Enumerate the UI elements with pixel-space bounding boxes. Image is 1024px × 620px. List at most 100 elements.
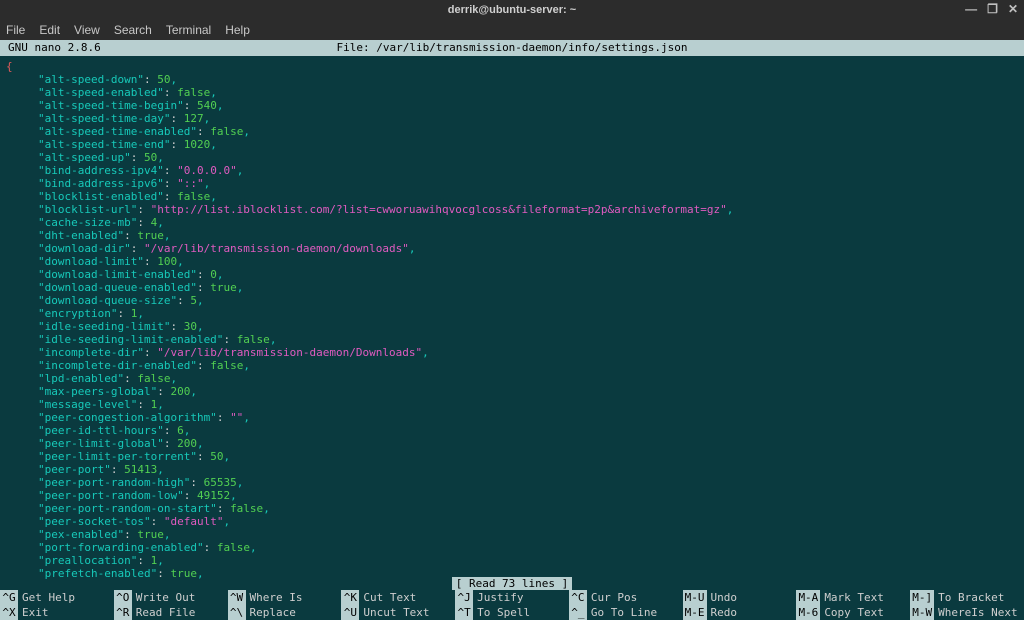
- shortcut-undo[interactable]: M-U Undo: [683, 590, 797, 605]
- shortcut-key: ^C: [569, 590, 587, 605]
- json-line: "peer-limit-per-torrent": 50,: [6, 450, 1018, 463]
- shortcut-cut-text[interactable]: ^K Cut Text: [341, 590, 455, 605]
- json-line: "blocklist-enabled": false,: [6, 190, 1018, 203]
- shortcut-key: ^K: [341, 590, 359, 605]
- shortcut-key: ^O: [114, 590, 132, 605]
- json-line: "idle-seeding-limit": 30,: [6, 320, 1018, 333]
- json-line: "download-limit": 100,: [6, 255, 1018, 268]
- shortcut-write-out[interactable]: ^O Write Out: [114, 590, 228, 605]
- shortcut-bar: ^GGet Help^O Write Out ^WWhere Is^K Cut Tex…: [0, 590, 1024, 620]
- shortcut-label: Justify: [477, 590, 523, 605]
- shortcut-label: Read File: [136, 605, 196, 620]
- nano-file-label: File: /var/lib/transmission-daemon/info/…: [0, 40, 1024, 56]
- shortcut-key: ^X: [0, 605, 18, 620]
- shortcut-key: M-]: [910, 590, 934, 605]
- json-line: "peer-id-ttl-hours": 6,: [6, 424, 1018, 437]
- shortcut-get-help[interactable]: ^GGet Help: [0, 590, 114, 605]
- shortcut-go-to-line[interactable]: ^_ Go To Line: [569, 605, 683, 620]
- shortcut-uncut-text[interactable]: ^U Uncut Text: [341, 605, 455, 620]
- shortcut-key: ^W: [228, 590, 246, 605]
- shortcut-label: Cut Text: [363, 590, 416, 605]
- json-line: "download-queue-enabled": true,: [6, 281, 1018, 294]
- shortcut-label: To Spell: [477, 605, 530, 620]
- menu-view[interactable]: View: [74, 23, 100, 37]
- window-titlebar: derrik@ubuntu-server: ~ — ❐ ✕: [0, 0, 1024, 20]
- menu-search[interactable]: Search: [114, 23, 152, 37]
- json-line: "peer-port-random-on-start": false,: [6, 502, 1018, 515]
- menubar: File Edit View Search Terminal Help: [0, 20, 1024, 40]
- shortcut-key: M-6: [796, 605, 820, 620]
- json-brace-open: {: [6, 60, 1018, 73]
- status-line: [ Read 73 lines ]: [0, 577, 1024, 590]
- menu-terminal[interactable]: Terminal: [166, 23, 211, 37]
- json-line: "alt-speed-time-day": 127,: [6, 112, 1018, 125]
- shortcut-label: Redo: [711, 605, 738, 620]
- shortcut-justify[interactable]: ^J Justify: [455, 590, 569, 605]
- close-icon[interactable]: ✕: [1008, 2, 1018, 16]
- shortcut-label: Copy Text: [824, 605, 884, 620]
- shortcut-label: To Bracket: [938, 590, 1004, 605]
- shortcut-key: M-E: [683, 605, 707, 620]
- json-line: "preallocation": 1,: [6, 554, 1018, 567]
- shortcut-whereis-next[interactable]: M-WWhereIs Next: [910, 605, 1024, 620]
- json-line: "pex-enabled": true,: [6, 528, 1018, 541]
- minimize-icon[interactable]: —: [965, 2, 977, 16]
- shortcut-label: Cur Pos: [591, 590, 637, 605]
- shortcut-cur-pos[interactable]: ^C Cur Pos: [569, 590, 683, 605]
- editor-content[interactable]: {"alt-speed-down": 50,"alt-speed-enabled…: [0, 56, 1024, 584]
- json-line: "alt-speed-time-begin": 540,: [6, 99, 1018, 112]
- shortcut-label: Mark Text: [824, 590, 884, 605]
- json-line: "bind-address-ipv4": "0.0.0.0",: [6, 164, 1018, 177]
- json-line: "lpd-enabled": false,: [6, 372, 1018, 385]
- json-line: "blocklist-url": "http://list.iblocklist…: [6, 203, 1018, 216]
- json-line: "peer-port-random-low": 49152,: [6, 489, 1018, 502]
- json-line: "alt-speed-enabled": false,: [6, 86, 1018, 99]
- shortcut-key: ^J: [455, 590, 473, 605]
- shortcut-key: M-W: [910, 605, 934, 620]
- shortcut-key: M-A: [796, 590, 820, 605]
- shortcut-label: Uncut Text: [363, 605, 429, 620]
- menu-edit[interactable]: Edit: [39, 23, 60, 37]
- json-line: "alt-speed-time-end": 1020,: [6, 138, 1018, 151]
- nano-header: GNU nano 2.8.6 File: /var/lib/transmissi…: [0, 40, 1024, 56]
- json-line: "download-queue-size": 5,: [6, 294, 1018, 307]
- json-line: "alt-speed-down": 50,: [6, 73, 1018, 86]
- shortcut-replace[interactable]: ^\Replace: [228, 605, 342, 620]
- shortcut-exit[interactable]: ^X Exit: [0, 605, 114, 620]
- json-line: "peer-congestion-algorithm": "",: [6, 411, 1018, 424]
- shortcut-copy-text[interactable]: M-6 Copy Text: [796, 605, 910, 620]
- shortcut-key: ^_: [569, 605, 587, 620]
- json-line: "alt-speed-time-enabled": false,: [6, 125, 1018, 138]
- menu-help[interactable]: Help: [225, 23, 250, 37]
- shortcut-label: Exit: [22, 605, 49, 620]
- json-line: "cache-size-mb": 4,: [6, 216, 1018, 229]
- shortcut-redo[interactable]: M-E Redo: [683, 605, 797, 620]
- shortcut-to-spell[interactable]: ^T To Spell: [455, 605, 569, 620]
- shortcut-label: Undo: [711, 590, 738, 605]
- shortcut-key: ^R: [114, 605, 132, 620]
- json-line: "max-peers-global": 200,: [6, 385, 1018, 398]
- shortcut-where-is[interactable]: ^WWhere Is: [228, 590, 342, 605]
- shortcut-key: M-U: [683, 590, 707, 605]
- status-text: [ Read 73 lines ]: [452, 577, 573, 590]
- shortcut-key: ^T: [455, 605, 473, 620]
- json-line: "incomplete-dir": "/var/lib/transmission…: [6, 346, 1018, 359]
- json-line: "peer-port": 51413,: [6, 463, 1018, 476]
- json-line: "peer-port-random-high": 65535,: [6, 476, 1018, 489]
- shortcut-label: Go To Line: [591, 605, 657, 620]
- json-line: "peer-socket-tos": "default",: [6, 515, 1018, 528]
- json-line: "download-limit-enabled": 0,: [6, 268, 1018, 281]
- json-line: "message-level": 1,: [6, 398, 1018, 411]
- json-line: "port-forwarding-enabled": false,: [6, 541, 1018, 554]
- shortcut-read-file[interactable]: ^R Read File: [114, 605, 228, 620]
- json-line: "dht-enabled": true,: [6, 229, 1018, 242]
- shortcut-mark-text[interactable]: M-A Mark Text: [796, 590, 910, 605]
- shortcut-label: Write Out: [136, 590, 196, 605]
- window-controls: — ❐ ✕: [965, 2, 1018, 16]
- menu-file[interactable]: File: [6, 23, 25, 37]
- json-line: "idle-seeding-limit-enabled": false,: [6, 333, 1018, 346]
- maximize-icon[interactable]: ❐: [987, 2, 998, 16]
- shortcut-key: ^U: [341, 605, 359, 620]
- shortcut-label: Get Help: [22, 590, 75, 605]
- shortcut-to-bracket[interactable]: M-] To Bracket: [910, 590, 1024, 605]
